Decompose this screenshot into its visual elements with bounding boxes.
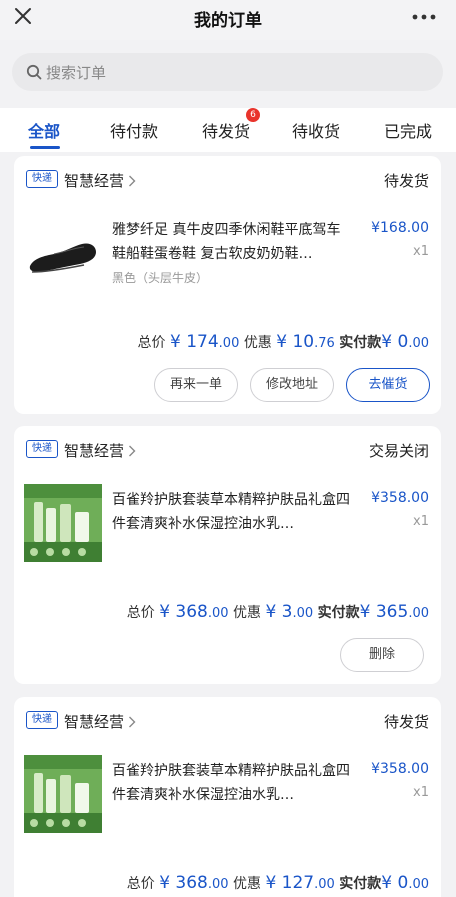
discount-label: 优惠 <box>233 605 261 621</box>
total-amount-decimal: .00 <box>207 877 229 892</box>
page-title: 我的订单 <box>194 11 262 31</box>
tab-completed[interactable]: 已完成 <box>384 118 432 142</box>
order-status: 待发货 <box>383 172 429 190</box>
order-status: 交易关闭 <box>368 442 429 460</box>
total-amount-decimal: .00 <box>218 336 240 351</box>
active-tab-indicator <box>30 146 60 149</box>
paid-amount: ¥ 365 <box>359 602 409 622</box>
paid-amount-decimal: .00 <box>408 877 429 892</box>
chevron-right-icon[interactable] <box>128 445 136 457</box>
paid-label: 实付款 <box>339 876 382 892</box>
discount-label: 优惠 <box>243 335 272 351</box>
order-summary: 总价 ¥ 368.00 优惠 ¥ 127.00 实付款¥ 0.00 <box>127 873 429 893</box>
chevron-right-icon[interactable] <box>128 175 136 187</box>
product-price: ¥168.00 <box>371 220 429 236</box>
product-quantity: x1 <box>413 244 429 259</box>
order-card: 快递 智慧经营 待发货 雅梦纤足 真牛皮四季休闲鞋平底驾车鞋船鞋蛋卷鞋 复古软皮… <box>14 156 441 414</box>
total-label: 总价 <box>126 876 155 892</box>
product-price: ¥358.00 <box>371 490 429 506</box>
product-quantity: x1 <box>413 514 429 529</box>
product-price: ¥358.00 <box>371 761 429 777</box>
search-icon <box>26 64 42 80</box>
total-label: 总价 <box>126 605 155 621</box>
product-quantity: x1 <box>413 785 429 800</box>
tab-pending-shipment[interactable]: 待发货 <box>202 118 250 142</box>
discount-amount: ¥ 3 <box>265 602 293 622</box>
paid-amount-decimal: .00 <box>408 336 429 351</box>
discount-amount: ¥ 10 <box>276 332 315 352</box>
delivery-tag: 快递 <box>26 170 58 188</box>
shop-name[interactable]: 智慧经营 <box>64 711 124 732</box>
search-input[interactable]: 搜索订单 <box>12 53 443 91</box>
delete-order-button[interactable]: 删除 <box>340 638 424 672</box>
delivery-tag: 快递 <box>26 440 58 458</box>
total-amount-decimal: .00 <box>207 606 229 621</box>
paid-amount: ¥ 0 <box>381 332 409 352</box>
shop-name[interactable]: 智慧经营 <box>64 440 124 461</box>
buy-again-button[interactable]: 再来一单 <box>154 368 238 402</box>
discount-amount-decimal: .00 <box>292 606 314 621</box>
product-image-skincare-set[interactable] <box>24 484 102 562</box>
chevron-right-icon[interactable] <box>128 716 136 728</box>
order-status: 待发货 <box>383 713 429 731</box>
order-summary: 总价 ¥ 174.00 优惠 ¥ 10.76 实付款¥ 0.00 <box>138 332 429 352</box>
paid-label: 实付款 <box>317 605 360 621</box>
more-dots-icon[interactable] <box>412 14 436 20</box>
urge-shipment-button[interactable]: 去催货 <box>346 368 430 402</box>
total-amount: ¥ 368 <box>159 873 208 893</box>
tab-pending-receipt[interactable]: 待收货 <box>292 118 340 142</box>
tab-pending-payment[interactable]: 待付款 <box>110 118 158 142</box>
paid-label: 实付款 <box>339 335 382 351</box>
order-tabs: 全部 待付款 待发货 待收货 已完成 <box>0 108 456 152</box>
total-amount: ¥ 368 <box>159 602 208 622</box>
discount-amount: ¥ 127 <box>265 873 315 893</box>
paid-amount-decimal: .00 <box>408 606 429 621</box>
product-image-skincare-set[interactable] <box>24 755 102 833</box>
pending-shipment-badge: 6 <box>246 108 260 122</box>
shop-name[interactable]: 智慧经营 <box>64 170 124 191</box>
order-card: 快递 智慧经营 交易关闭 百雀羚护肤套装草本精粹护肤品礼盒四件套清爽补水保湿控油… <box>14 426 441 684</box>
total-amount: ¥ 174 <box>170 332 219 352</box>
top-bar: 我的订单 <box>0 0 456 40</box>
discount-label: 优惠 <box>233 876 261 892</box>
product-title[interactable]: 百雀羚护肤套装草本精粹护肤品礼盒四件套清爽补水保湿控油水乳… <box>112 488 350 536</box>
change-address-button[interactable]: 修改地址 <box>250 368 334 402</box>
discount-amount-decimal: .76 <box>314 336 335 351</box>
product-title[interactable]: 百雀羚护肤套装草本精粹护肤品礼盒四件套清爽补水保湿控油水乳… <box>112 759 350 807</box>
product-image-shoe[interactable] <box>24 214 102 292</box>
delivery-tag: 快递 <box>26 711 58 729</box>
product-variant: 黑色（头层牛皮） <box>112 271 209 285</box>
total-label: 总价 <box>137 335 166 351</box>
order-card: 快递 智慧经营 待发货 百雀羚护肤套装草本精粹护肤品礼盒四件套清爽补水保湿控油水… <box>14 697 441 897</box>
tab-all[interactable]: 全部 <box>28 118 60 142</box>
product-title[interactable]: 雅梦纤足 真牛皮四季休闲鞋平底驾车鞋船鞋蛋卷鞋 复古软皮奶奶鞋… <box>112 218 350 266</box>
search-placeholder: 搜索订单 <box>46 64 107 82</box>
discount-amount-decimal: .00 <box>314 877 335 892</box>
order-summary: 总价 ¥ 368.00 优惠 ¥ 3.00 实付款¥ 365.00 <box>127 602 429 622</box>
paid-amount: ¥ 0 <box>381 873 409 893</box>
